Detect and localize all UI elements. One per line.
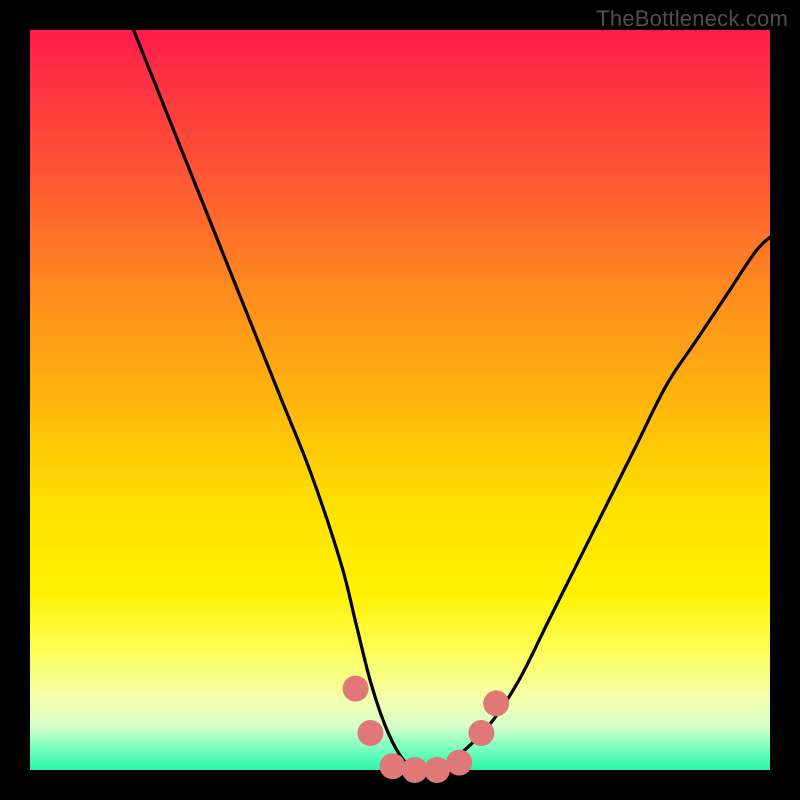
highlight-dot: [424, 757, 450, 783]
chart-frame: TheBottleneck.com: [0, 0, 800, 800]
bottleneck-curve: [134, 30, 770, 771]
highlight-dot: [380, 753, 406, 779]
watermark-text: TheBottleneck.com: [596, 6, 788, 32]
highlight-dot: [468, 720, 494, 746]
highlight-dot: [343, 676, 369, 702]
highlight-dot: [483, 690, 509, 716]
highlight-dot: [446, 750, 472, 776]
highlight-dot: [357, 720, 383, 746]
curve-layer: [30, 30, 770, 770]
highlight-dots: [343, 676, 510, 783]
highlight-dot: [402, 757, 428, 783]
plot-area: [30, 30, 770, 770]
